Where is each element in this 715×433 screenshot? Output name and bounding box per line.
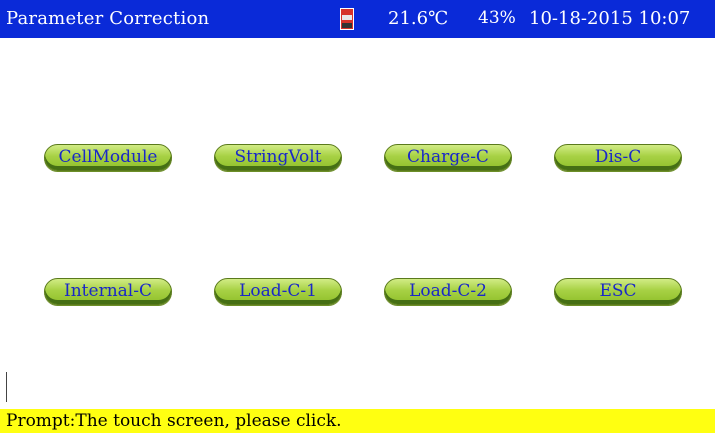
title-bar: Parameter Correction 21.6℃ 43% 10-18-201… (0, 0, 715, 38)
load-c-1-button[interactable]: Load-C-1 (214, 278, 342, 305)
internal-c-button[interactable]: Internal-C (44, 278, 172, 305)
stringvolt-button[interactable]: StringVolt (214, 144, 342, 171)
sd-card-label (342, 15, 352, 20)
page-title: Parameter Correction (6, 8, 210, 29)
prompt-bar: Prompt:The touch screen, please click. (0, 409, 715, 433)
sd-card-contacts (342, 23, 352, 28)
esc-button[interactable]: ESC (554, 278, 682, 305)
charge-c-button[interactable]: Charge-C (384, 144, 512, 171)
date-time: 10-18-2015 10:07 (529, 8, 691, 29)
edge-divider (6, 372, 7, 402)
sd-card-icon (340, 8, 354, 30)
battery-level: 43% (478, 8, 516, 28)
dis-c-button[interactable]: Dis-C (554, 144, 682, 171)
temperature-readout: 21.6℃ (388, 8, 449, 29)
cellmodule-button[interactable]: CellModule (44, 144, 172, 171)
load-c-2-button[interactable]: Load-C-2 (384, 278, 512, 305)
